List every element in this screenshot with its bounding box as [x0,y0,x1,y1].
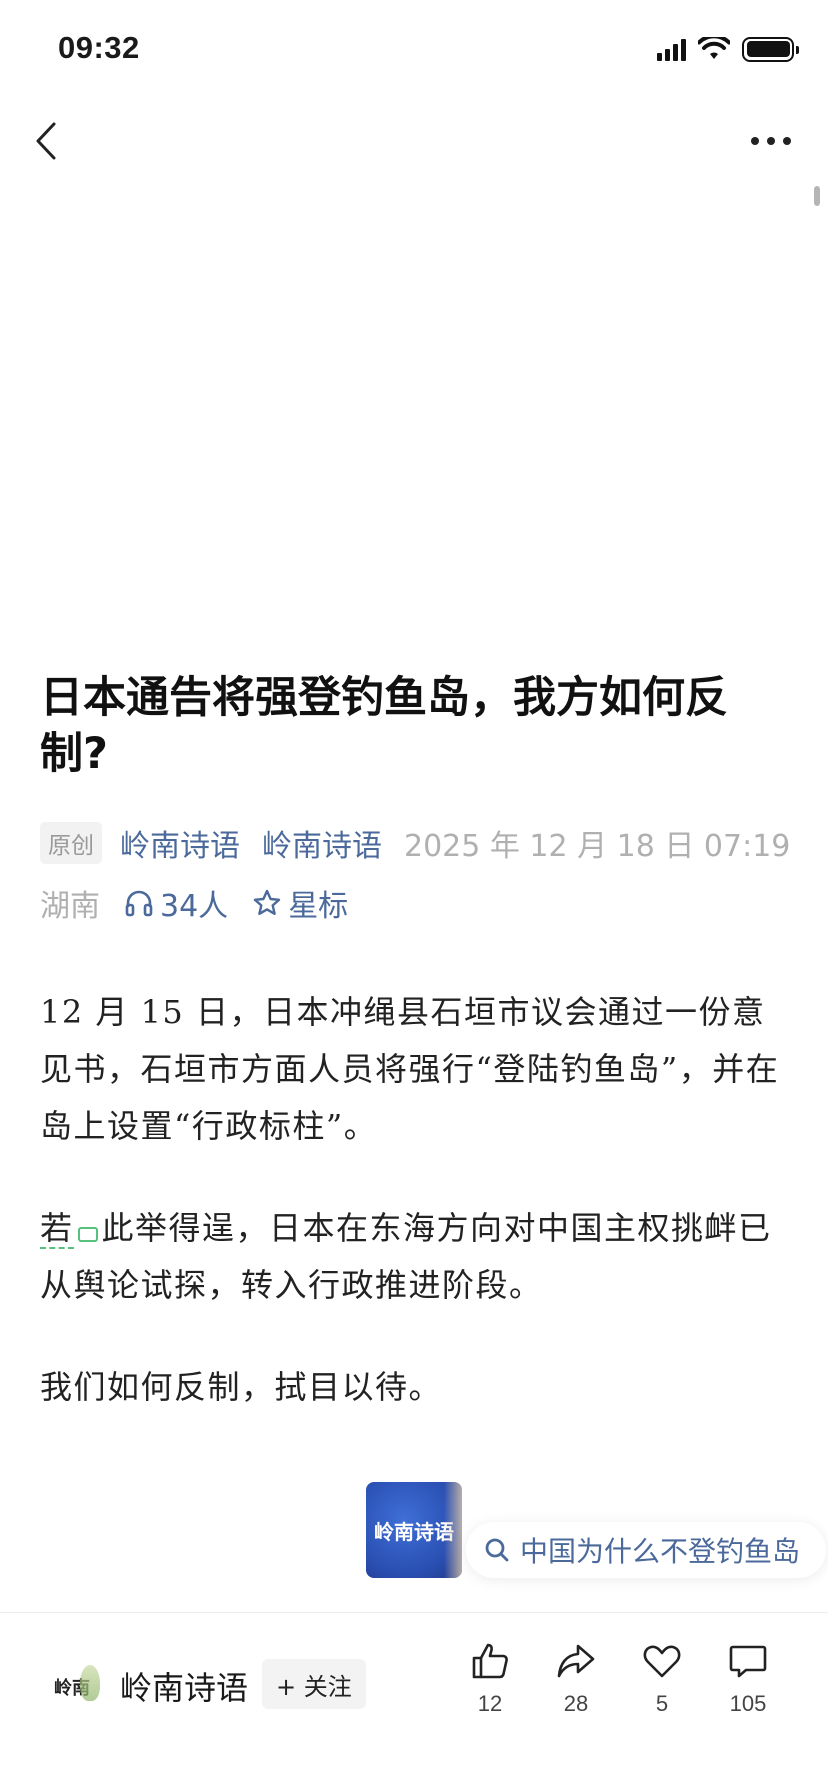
chevron-left-icon [36,122,56,160]
bottom-bar: 岭南 岭南诗语 + 关注 12 28 5 105 [0,1612,828,1792]
heart-icon [643,1645,681,1678]
cellular-signal-icon [657,37,686,61]
status-bar: 09:32 [0,0,828,100]
battery-icon [742,36,799,62]
search-suggestion-chip[interactable]: 中国为什么不登钓鱼岛 [466,1522,827,1578]
comment-button[interactable]: 105 [712,1641,784,1717]
comment-icon [729,1645,767,1678]
back-button[interactable] [26,118,66,164]
location-label: 湖南 [40,889,100,924]
star-label: 星标 [288,889,349,924]
publish-date: 2025 年 12 月 18 日 07:19 [404,829,791,864]
article-meta-secondary: 湖南 34人 星标 [40,882,348,924]
share-icon [557,1644,595,1678]
account-link[interactable]: 岭南诗语 [120,821,240,865]
favorite-button[interactable]: 5 [626,1641,698,1717]
paragraph: 我们如何反制，拭目以待。 [40,1368,443,1406]
original-tag: 原创 [40,822,102,864]
author-name[interactable]: 岭南诗语 [120,1663,248,1709]
listen-button[interactable]: 34人 [124,881,228,925]
author-link[interactable]: 岭南诗语 [262,821,382,865]
headphones-icon [125,890,153,917]
star-button[interactable]: 星标 [252,881,348,925]
thumbs-up-icon [472,1643,508,1679]
article-body: 12 月 15 日，日本冲绳县石垣市议会通过一份意见书，石垣市方面人员将强行“登… [40,984,792,1461]
search-icon [485,1538,509,1562]
comment-annotation-icon[interactable] [77,1227,98,1242]
account-logo-card[interactable]: 岭南诗语 [366,1482,462,1578]
scrollbar-thumb[interactable] [814,186,820,206]
listen-count: 34人 [160,889,229,924]
status-time: 09:32 [58,30,140,65]
comment-count: 105 [729,1691,767,1716]
wifi-icon [698,37,730,59]
more-horizontal-icon [751,137,791,145]
follow-button[interactable]: + 关注 [262,1659,366,1709]
paragraph-text: 此举得逞，日本在东海方向对中国主权挑衅已从舆论试探，转入行政推进阶段。 [40,1209,772,1304]
share-button[interactable]: 28 [540,1641,612,1717]
status-icons [657,34,799,64]
like-button[interactable]: 12 [454,1641,526,1717]
like-count: 12 [477,1691,503,1716]
paragraph: 若此举得逞，日本在东海方向对中国主权挑衅已从舆论试探，转入行政推进阶段。 [40,1200,792,1314]
more-button[interactable] [746,126,796,156]
annotated-word[interactable]: 若 [40,1209,74,1249]
star-icon [253,889,281,915]
article-meta: 原创 岭南诗语 岭南诗语 2025 年 12 月 18 日 07:19 [40,822,790,864]
share-count: 28 [563,1691,589,1716]
account-logo-text: 岭南诗语 [374,1519,454,1544]
article-title: 日本通告将强登钓鱼岛，我方如何反制? [40,673,728,779]
favorite-count: 5 [655,1691,669,1716]
author-avatar[interactable]: 岭南 [40,1655,104,1719]
search-suggestion-text: 中国为什么不登钓鱼岛 [520,1535,801,1568]
paragraph: 12 月 15 日，日本冲绳县石垣市议会通过一份意见书，石垣市方面人员将强行“登… [40,993,780,1145]
